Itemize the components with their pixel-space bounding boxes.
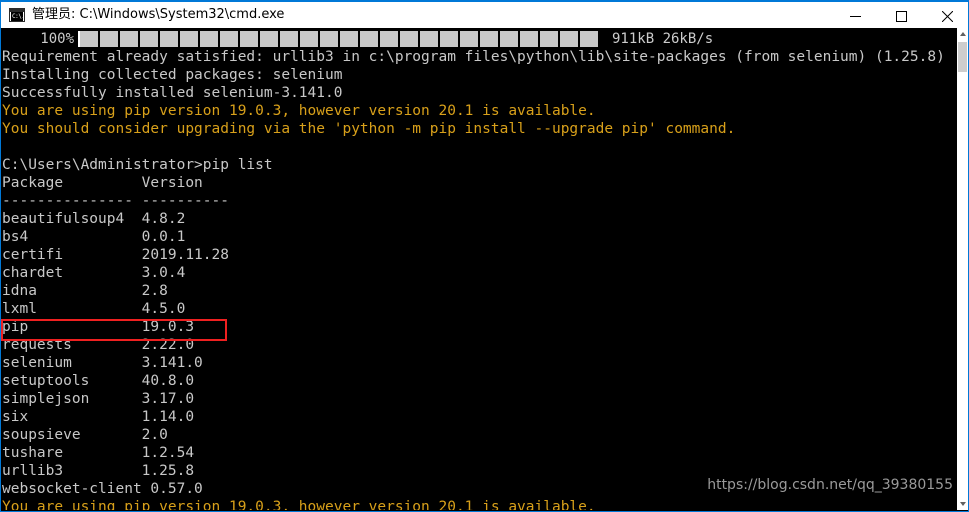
- progress-segment: [98, 31, 118, 47]
- terminal-line: simplejson 3.17.0: [2, 391, 195, 407]
- progress-segment: [298, 31, 318, 47]
- close-icon: [941, 10, 953, 22]
- minimize-button[interactable]: [832, 2, 878, 30]
- progress-segment: [218, 31, 238, 47]
- progress-segment: [478, 31, 498, 47]
- terminal-line: certifi 2019.11.28: [2, 247, 229, 263]
- progress-segment: [538, 31, 558, 47]
- terminal-line: You should consider upgrading via the 'p…: [2, 121, 736, 137]
- progress-segment: [258, 31, 278, 47]
- progress-segment: [558, 31, 578, 47]
- close-button[interactable]: [924, 2, 968, 30]
- terminal-line: --------------- ----------: [2, 193, 229, 209]
- terminal-line: lxml 4.5.0: [2, 301, 186, 317]
- progress-segment: [578, 31, 598, 47]
- download-progress-row: 100% 911kB 26kB/s: [1, 30, 961, 48]
- terminal-line: Requirement already satisfied: urllib3 i…: [2, 49, 945, 65]
- progress-segment: [138, 31, 158, 47]
- window-controls: [832, 2, 968, 30]
- terminal-line: pip 19.0.3: [2, 319, 195, 335]
- terminal-line: soupsieve 2.0: [2, 427, 168, 443]
- progress-segment: [498, 31, 518, 47]
- maximize-icon: [895, 10, 907, 22]
- terminal-line: tushare 1.2.54: [2, 445, 195, 461]
- terminal-line: bs4 0.0.1: [2, 229, 186, 245]
- title-bar[interactable]: 管理员: C:\Windows\System32\cmd.exe: [1, 0, 968, 30]
- progress-segment: [418, 31, 438, 47]
- terminal-line: requests 2.22.0: [2, 337, 195, 353]
- progress-segment: [358, 31, 378, 47]
- terminal-line: setuptools 40.8.0: [2, 373, 195, 389]
- cmd-console-icon: [9, 8, 25, 22]
- maximize-button[interactable]: [878, 2, 924, 30]
- terminal-line: Package Version: [2, 175, 203, 191]
- terminal-text: Requirement already satisfied: urllib3 i…: [1, 48, 945, 510]
- progress-segment: [238, 31, 258, 47]
- terminal-line: chardet 3.0.4: [2, 265, 186, 281]
- progress-percent-label: 100%: [40, 31, 74, 47]
- window-title: 管理员: C:\Windows\System32\cmd.exe: [32, 7, 285, 22]
- progress-segment: [118, 31, 138, 47]
- terminal-line: selenium 3.141.0: [2, 355, 203, 371]
- progress-segment: [378, 31, 398, 47]
- minimize-icon: [849, 15, 861, 17]
- progress-segment: [318, 31, 338, 47]
- console-output-area[interactable]: 100% 911kB 26kB/s Requirement already sa…: [1, 28, 968, 510]
- progress-segment: [278, 31, 298, 47]
- progress-segment: [398, 31, 418, 47]
- progress-bar: [78, 31, 598, 47]
- progress-segment: [518, 31, 538, 47]
- terminal-line: You are using pip version 19.0.3, howeve…: [2, 103, 596, 119]
- progress-segment: [198, 31, 218, 47]
- terminal-line: You are using pip version 19.0.3, howeve…: [2, 499, 596, 510]
- progress-segment: [78, 31, 98, 47]
- progress-segment: [458, 31, 478, 47]
- terminal-line: beautifulsoup4 4.8.2: [2, 211, 186, 227]
- cmd-window: 管理员: C:\Windows\System32\cmd.exe: [0, 0, 969, 512]
- watermark: https://blog.csdn.net/qq_39380155: [707, 477, 953, 493]
- terminal-line: six 1.14.0: [2, 409, 195, 425]
- progress-segment: [158, 31, 178, 47]
- scrollbar-thumb[interactable]: [958, 42, 967, 72]
- progress-segment: [338, 31, 358, 47]
- progress-segment: [438, 31, 458, 47]
- vertical-scrollbar[interactable]: [957, 28, 968, 510]
- terminal-line: Successfully installed selenium-3.141.0: [2, 85, 343, 101]
- terminal-line: idna 2.8: [2, 283, 168, 299]
- terminal-line: C:\Users\Administrator>pip list: [2, 157, 273, 173]
- scroll-down-arrow-icon[interactable]: [957, 498, 968, 510]
- scroll-up-arrow-icon[interactable]: [957, 28, 968, 40]
- progress-segment: [178, 31, 198, 47]
- terminal-line: Installing collected packages: selenium: [2, 67, 343, 83]
- progress-meta-label: 911kB 26kB/s: [612, 31, 714, 47]
